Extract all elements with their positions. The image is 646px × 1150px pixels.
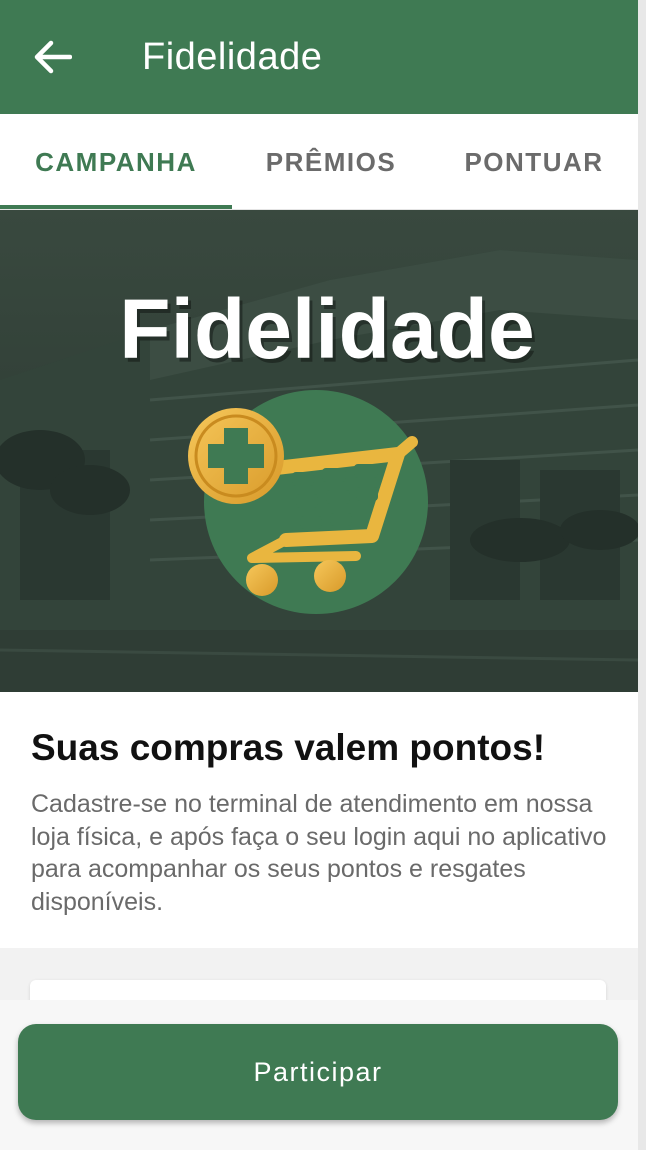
page-title: Fidelidade <box>142 36 323 78</box>
banner-title: Fidelidade <box>119 282 534 376</box>
tab-pontuar[interactable]: PONTUAR <box>430 114 638 210</box>
arrow-left-icon <box>34 40 72 74</box>
campaign-description: Cadastre-se no terminal de atendimento e… <box>31 790 607 916</box>
back-button[interactable] <box>22 26 84 88</box>
tab-premios[interactable]: PRÊMIOS <box>232 114 430 210</box>
participar-button[interactable]: Participar <box>18 1024 618 1120</box>
campaign-info: Suas compras valem pontos! Cadastre-se n… <box>0 692 638 948</box>
campaign-headline: Suas compras valem pontos! <box>31 727 546 768</box>
app-screen: Fidelidade CAMPANHA PRÊMIOS PONTUAR Fide… <box>0 0 638 1150</box>
screen-edge <box>638 0 646 1150</box>
tab-indicator <box>0 205 232 209</box>
tab-campanha[interactable]: CAMPANHA <box>0 114 232 210</box>
tab-bar: CAMPANHA PRÊMIOS PONTUAR <box>0 114 638 210</box>
app-bar: Fidelidade <box>0 0 638 114</box>
campaign-banner: Fidelidade Fidelidade <box>0 210 638 692</box>
